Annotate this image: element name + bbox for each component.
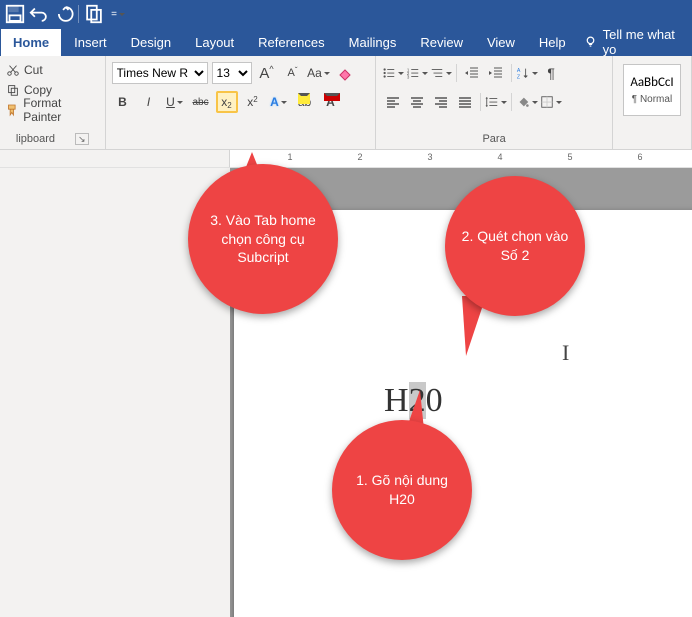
outdent-icon (464, 65, 480, 81)
tell-me-label: Tell me what yo (603, 27, 686, 57)
align-right-icon (433, 94, 449, 110)
strikethrough-button[interactable]: abc (190, 91, 212, 113)
sort-button[interactable]: AZ (516, 62, 538, 84)
bullets-button[interactable] (382, 62, 404, 84)
numbering-icon: 123 (406, 65, 420, 81)
font-color-button[interactable]: A (320, 91, 342, 113)
ribbon-tab-bar: Home Insert Design Layout References Mai… (0, 28, 692, 56)
text-effects-button[interactable]: A (268, 91, 290, 113)
grow-font-button[interactable]: A^ (256, 62, 278, 84)
font-group: Times New R 13 A^ Aˇ Aa B I U abc x2 x2 (112, 60, 370, 131)
align-left-icon (385, 94, 401, 110)
paragraph-group: 123 AZ ¶ (382, 60, 606, 131)
superscript-button[interactable]: x2 (242, 91, 264, 113)
tab-help[interactable]: Help (527, 28, 578, 56)
clipboard-launcher-icon[interactable]: ↘ (75, 133, 89, 145)
tab-view[interactable]: View (475, 28, 527, 56)
tab-design[interactable]: Design (119, 28, 183, 56)
numbering-button[interactable]: 123 (406, 62, 428, 84)
tab-review[interactable]: Review (408, 28, 475, 56)
clear-formatting-button[interactable] (334, 62, 356, 84)
eraser-icon (337, 65, 353, 81)
callout-step-3: 3. Vào Tab home chọn công cụ Subcript (188, 164, 338, 314)
tab-home[interactable]: Home (0, 28, 62, 56)
font-size-select[interactable]: 13 (212, 62, 252, 84)
increase-indent-button[interactable] (485, 62, 507, 84)
highlight-button[interactable]: ab (294, 91, 316, 113)
sort-icon: AZ (516, 65, 530, 81)
change-case-button[interactable]: Aa (308, 62, 330, 84)
cut-button[interactable]: Cut (6, 60, 99, 80)
callout-step-1: 1. Gõ nội dung H20 (332, 420, 472, 560)
underline-button[interactable]: U (164, 91, 186, 113)
svg-text:Z: Z (517, 74, 521, 80)
clipboard-group: Cut Copy Format Painter (6, 60, 99, 131)
shading-button[interactable] (516, 91, 538, 113)
scissors-icon (6, 63, 20, 77)
multilevel-icon (430, 65, 444, 81)
decrease-indent-button[interactable] (461, 62, 483, 84)
line-spacing-button[interactable] (485, 91, 507, 113)
justify-icon (457, 94, 473, 110)
justify-button[interactable] (454, 91, 476, 113)
styles-group: AaBbCcI ¶ Normal (619, 60, 685, 131)
format-painter-button[interactable]: Format Painter (6, 100, 99, 120)
borders-icon (540, 94, 554, 110)
tab-mailings[interactable]: Mailings (337, 28, 409, 56)
save-icon[interactable] (4, 3, 26, 25)
align-center-button[interactable] (406, 91, 428, 113)
text-cursor-icon: I (562, 340, 569, 366)
paintbrush-icon (6, 103, 19, 117)
lightbulb-icon (584, 35, 597, 49)
shrink-font-button[interactable]: Aˇ (282, 62, 304, 84)
horizontal-ruler: 1 2 3 4 5 6 (0, 150, 692, 168)
bullets-icon (382, 65, 396, 81)
touch-mode-icon[interactable] (83, 3, 105, 25)
line-spacing-icon (485, 94, 499, 110)
subscript-button[interactable]: x2 (216, 91, 238, 113)
multilevel-list-button[interactable] (430, 62, 452, 84)
borders-button[interactable] (540, 91, 562, 113)
bucket-icon (516, 94, 530, 110)
show-marks-button[interactable]: ¶ (540, 62, 562, 84)
callout-step-2: 2. Quét chọn vào Số 2 (445, 176, 585, 316)
style-normal[interactable]: AaBbCcI ¶ Normal (623, 64, 681, 116)
copy-icon (6, 83, 20, 97)
tab-insert[interactable]: Insert (62, 28, 119, 56)
bold-button[interactable]: B (112, 91, 134, 113)
svg-text:A: A (517, 68, 521, 74)
quick-access-toolbar: = (0, 0, 692, 28)
paragraph-group-label: Para (482, 133, 505, 145)
tab-layout[interactable]: Layout (183, 28, 246, 56)
italic-button[interactable]: I (138, 91, 160, 113)
tab-references[interactable]: References (246, 28, 336, 56)
align-right-button[interactable] (430, 91, 452, 113)
undo-icon[interactable] (28, 3, 50, 25)
clipboard-group-label: lipboard (16, 133, 55, 145)
tell-me-search[interactable]: Tell me what yo (578, 28, 692, 56)
font-name-select[interactable]: Times New R (112, 62, 208, 84)
ribbon: Cut Copy Format Painter lipboard ↘ Times… (0, 56, 692, 150)
align-left-button[interactable] (382, 91, 404, 113)
svg-text:3: 3 (407, 74, 410, 79)
align-center-icon (409, 94, 425, 110)
qat-customize-icon[interactable]: = (107, 3, 129, 25)
redo-icon[interactable] (52, 3, 74, 25)
indent-icon (488, 65, 504, 81)
